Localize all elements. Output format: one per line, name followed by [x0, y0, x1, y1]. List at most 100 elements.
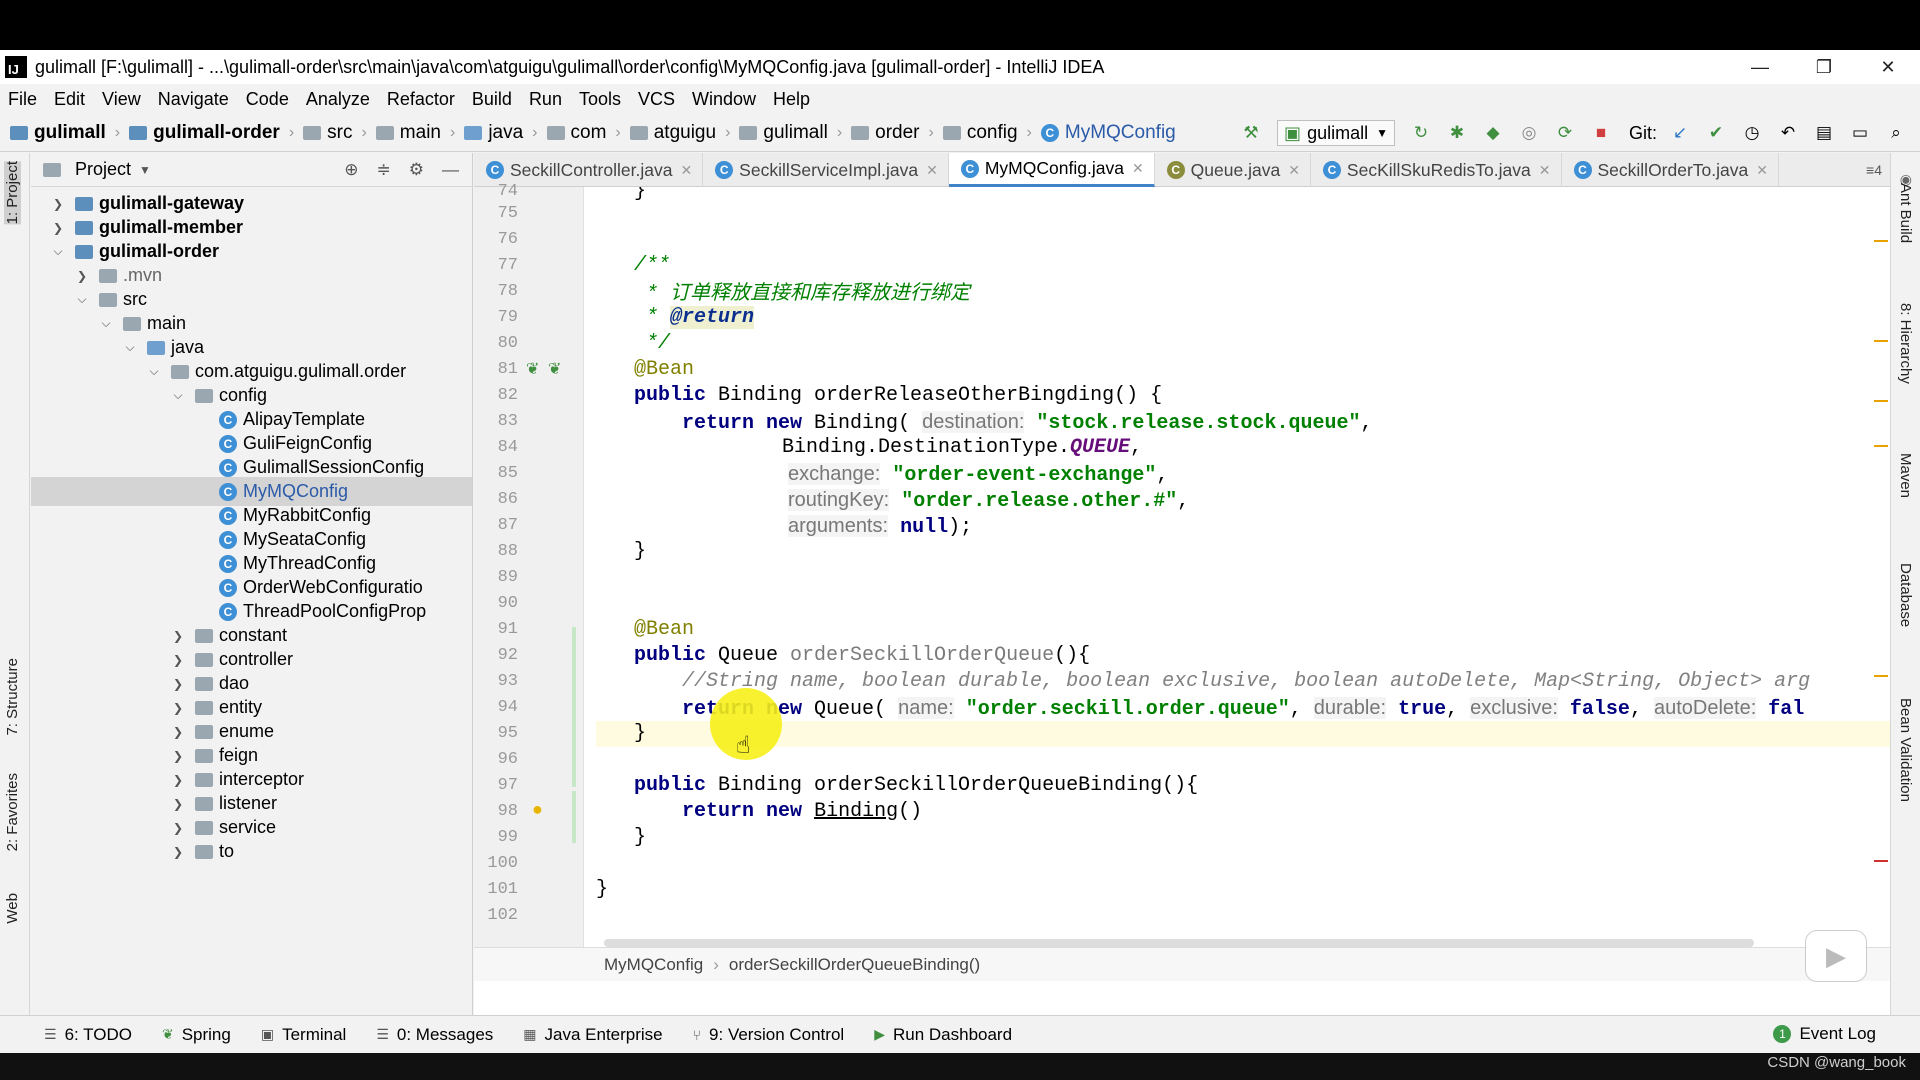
project-tool-tab[interactable]: 1: Project — [4, 161, 21, 225]
chevron-down-icon[interactable]: ⌵ — [75, 292, 89, 307]
menu-tools[interactable]: Tools — [579, 89, 621, 110]
error-stripe-marker[interactable] — [1874, 240, 1888, 242]
crumb-gulimall-order[interactable]: gulimall-order — [129, 122, 280, 144]
menu-refactor[interactable]: Refactor — [387, 89, 455, 110]
crumb-main[interactable]: main — [375, 122, 441, 144]
chevron-right-icon[interactable]: ❯ — [171, 773, 185, 787]
git-history-icon[interactable]: ◷ — [1741, 122, 1763, 144]
error-stripe-marker[interactable] — [1874, 860, 1888, 862]
close-button[interactable]: ✕ — [1856, 50, 1920, 84]
run-dashboard-tool-button[interactable]: ▶ Run Dashboard — [874, 1025, 1012, 1045]
close-icon[interactable]: ✕ — [680, 162, 692, 179]
close-icon[interactable]: ✕ — [1132, 160, 1144, 177]
tab-seckillserviceimpl[interactable]: C SeckillServiceImpl.java ✕ — [703, 153, 949, 187]
git-rollback-icon[interactable]: ↶ — [1777, 122, 1799, 144]
messages-tool-button[interactable]: ☰ 0: Messages — [376, 1025, 493, 1045]
crumb-gulimall-pkg[interactable]: gulimall — [739, 122, 828, 144]
bean-validation-tool-tab[interactable]: Bean Validation — [1897, 698, 1914, 802]
run-configuration-select[interactable]: ▣ gulimall ▼ — [1277, 120, 1395, 146]
intention-bulb-icon[interactable]: ● — [532, 799, 543, 820]
tab-overflow-button[interactable]: ≡ 4 — [1866, 153, 1890, 186]
chevron-right-icon[interactable]: ❯ — [51, 221, 65, 235]
build-hammer-icon[interactable]: ⚒ — [1240, 122, 1262, 144]
layout-icon[interactable]: ▭ — [1849, 122, 1871, 144]
hide-panel-icon[interactable]: — — [442, 160, 459, 180]
spring-tool-button[interactable]: ❦ Spring — [162, 1025, 231, 1045]
locate-target-icon[interactable]: ⊕ — [344, 160, 358, 180]
close-icon[interactable]: ✕ — [1288, 162, 1300, 179]
debug-bug-icon[interactable]: ✱ — [1446, 122, 1468, 144]
database-tool-tab[interactable]: Database — [1897, 563, 1914, 627]
ant-build-tool-tab[interactable]: Ant Build — [1897, 183, 1914, 243]
tab-mymqconfig[interactable]: C MyMQConfig.java ✕ — [948, 153, 1155, 187]
spring-bean-gutter-icon[interactable]: ❦ — [526, 359, 539, 379]
profile-icon[interactable]: ◎ — [1518, 122, 1540, 144]
structure-tool-tab[interactable]: 7: Structure — [4, 658, 21, 736]
project-structure-icon[interactable]: ▤ — [1813, 122, 1835, 144]
gear-icon[interactable]: ⚙ — [409, 160, 424, 180]
rerun-icon[interactable]: ↻ — [1410, 122, 1432, 144]
chevron-right-icon[interactable]: ❯ — [75, 269, 89, 283]
collapse-all-icon[interactable]: ≑ — [377, 160, 391, 180]
chevron-down-icon[interactable]: ⌵ — [171, 388, 185, 403]
chevron-down-icon[interactable]: ⌵ — [147, 364, 161, 379]
restore-button[interactable]: ❐ — [1792, 50, 1856, 84]
chevron-down-icon[interactable]: ⌵ — [51, 244, 65, 259]
code-editor[interactable]: } /** * 订单释放直接和库存释放进行绑定 * @return */ @Be… — [596, 187, 1890, 947]
close-icon[interactable]: ✕ — [1539, 162, 1551, 179]
crumb-src[interactable]: src — [303, 122, 352, 144]
error-stripe-marker[interactable] — [1874, 445, 1888, 447]
tree-item-to[interactable]: ❯ to — [31, 837, 472, 866]
crumb-java[interactable]: java — [464, 122, 523, 144]
menu-file[interactable]: File — [8, 89, 37, 110]
menu-vcs[interactable]: VCS — [638, 89, 675, 110]
chevron-right-icon[interactable]: ❯ — [171, 725, 185, 739]
chevron-right-icon[interactable]: ❯ — [171, 677, 185, 691]
error-stripe-marker[interactable] — [1874, 675, 1888, 677]
close-icon[interactable]: ✕ — [1756, 162, 1768, 179]
menu-window[interactable]: Window — [692, 89, 756, 110]
chevron-right-icon[interactable]: ❯ — [171, 821, 185, 835]
tab-queue[interactable]: C Queue.java ✕ — [1155, 153, 1311, 187]
chevron-right-icon[interactable]: ❯ — [51, 197, 65, 211]
crumb-order[interactable]: order — [851, 122, 920, 144]
favorites-tool-tab[interactable]: 2: Favorites — [4, 773, 21, 851]
chevron-right-icon[interactable]: ❯ — [171, 653, 185, 667]
todo-tool-button[interactable]: ☰ 6: TODO — [44, 1025, 132, 1045]
web-tool-tab[interactable]: Web — [4, 893, 21, 924]
chevron-down-icon[interactable]: ⌵ — [99, 316, 113, 331]
error-stripe-marker[interactable] — [1874, 340, 1888, 342]
chevron-right-icon[interactable]: ❯ — [171, 749, 185, 763]
chevron-right-icon[interactable]: ❯ — [171, 845, 185, 859]
menu-help[interactable]: Help — [773, 89, 810, 110]
breadcrumb-class[interactable]: MyMQConfig — [604, 955, 703, 975]
spring-bean-gutter-icon[interactable]: ❦ — [548, 359, 561, 379]
coverage-icon[interactable]: ◆ — [1482, 122, 1504, 144]
error-stripe-marker[interactable] — [1874, 400, 1888, 402]
crumb-com[interactable]: com — [546, 122, 606, 144]
menu-build[interactable]: Build — [472, 89, 512, 110]
crumb-config[interactable]: config — [942, 122, 1018, 144]
hierarchy-tool-tab[interactable]: 8: Hierarchy — [1897, 303, 1914, 384]
menu-analyze[interactable]: Analyze — [306, 89, 370, 110]
chevron-right-icon[interactable]: ❯ — [171, 797, 185, 811]
menu-navigate[interactable]: Navigate — [158, 89, 229, 110]
chevron-right-icon[interactable]: ❯ — [171, 629, 185, 643]
git-update-icon[interactable]: ↙ — [1669, 122, 1691, 144]
tab-seckillorderto[interactable]: C SeckillOrderTo.java ✕ — [1562, 153, 1779, 187]
git-commit-icon[interactable]: ✔ — [1705, 122, 1727, 144]
search-icon[interactable]: ⌕ — [1885, 122, 1907, 144]
project-view-select[interactable]: Project — [75, 159, 131, 180]
crumb-atguigu[interactable]: atguigu — [629, 122, 716, 144]
terminal-tool-button[interactable]: ▣ Terminal — [261, 1025, 346, 1045]
menu-code[interactable]: Code — [246, 89, 289, 110]
menu-edit[interactable]: Edit — [54, 89, 85, 110]
chevron-down-icon[interactable]: ▼ — [139, 163, 151, 177]
close-icon[interactable]: ✕ — [926, 162, 938, 179]
chevron-right-icon[interactable]: ❯ — [171, 701, 185, 715]
chevron-down-icon[interactable]: ⌵ — [123, 340, 137, 355]
crumb-gulimall[interactable]: gulimall — [10, 122, 106, 144]
crumb-mymqconfig[interactable]: C MyMQConfig — [1040, 122, 1176, 144]
stop-icon[interactable]: ■ — [1590, 122, 1612, 144]
tab-seckillskuredisto[interactable]: C SecKillSkuRedisTo.java ✕ — [1311, 153, 1562, 187]
